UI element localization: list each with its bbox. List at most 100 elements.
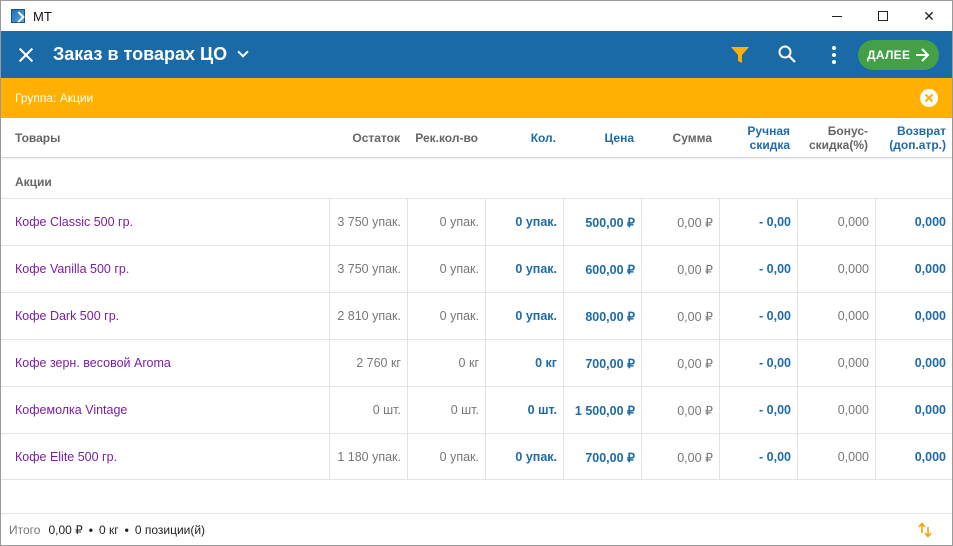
return-cell[interactable]: 0,000	[875, 387, 952, 433]
rec-qty-cell: 0 упак.	[407, 246, 485, 292]
sort-arrows-icon[interactable]	[918, 522, 932, 538]
header-manual-discount-line2: скидка	[749, 138, 790, 152]
qty-cell[interactable]: 0 упак.	[485, 246, 563, 292]
return-cell[interactable]: 0,000	[875, 434, 952, 480]
price-cell[interactable]: 700,00 ₽	[563, 434, 641, 480]
stock-cell: 1 180 упак.	[329, 434, 407, 480]
group-filter-text: Группа: Акции	[15, 91, 94, 105]
header-return-line2: (доп.атр.)	[889, 138, 946, 152]
header-rec-qty[interactable]: Рек.кол-во	[407, 118, 478, 158]
minimize-button[interactable]	[814, 1, 860, 31]
maximize-icon	[878, 11, 888, 21]
bonus-discount-cell: 0,000	[797, 340, 875, 386]
window-controls: ✕	[814, 1, 952, 31]
next-button-label: ДАЛЕЕ	[867, 48, 911, 62]
totals-sum: 0,00 ₽	[48, 522, 83, 537]
totals-positions: 0 позиции(й)	[134, 522, 206, 537]
separator-dot: •	[88, 522, 93, 537]
manual-discount-cell[interactable]: - 0,00	[719, 246, 797, 292]
price-cell[interactable]: 500,00 ₽	[563, 199, 641, 245]
return-cell[interactable]: 0,000	[875, 340, 952, 386]
header-return-line1: Возврат	[896, 124, 946, 138]
table-row[interactable]: Кофе Vanilla 500 гр. 3 750 упак. 0 упак.…	[1, 245, 952, 292]
manual-discount-cell[interactable]: - 0,00	[719, 434, 797, 480]
qty-cell[interactable]: 0 кг	[485, 340, 563, 386]
group-label: Акции	[15, 175, 52, 189]
header-price[interactable]: Цена	[563, 118, 634, 158]
qty-cell[interactable]: 0 шт.	[485, 387, 563, 433]
more-vertical-icon[interactable]	[830, 45, 838, 65]
separator-dot: •	[124, 522, 129, 537]
clear-filter-icon[interactable]	[920, 89, 938, 107]
bonus-discount-cell: 0,000	[797, 434, 875, 480]
rec-qty-cell: 0 упак.	[407, 199, 485, 245]
product-table: Кофе Classic 500 гр. 3 750 упак. 0 упак.…	[1, 198, 952, 480]
header-manual-discount[interactable]: Ручная скидка	[719, 118, 790, 158]
header-product[interactable]: Товары	[15, 118, 165, 158]
maximize-button[interactable]	[860, 1, 906, 31]
rec-qty-cell: 0 упак.	[407, 293, 485, 339]
price-cell[interactable]: 800,00 ₽	[563, 293, 641, 339]
product-name[interactable]: Кофе зерн. весовой Aroma	[1, 340, 329, 386]
product-name[interactable]: Кофе Elite 500 гр.	[1, 434, 329, 480]
table-row[interactable]: Кофемолка Vintage 0 шт. 0 шт. 0 шт. 1 50…	[1, 386, 952, 433]
header-qty[interactable]: Кол.	[485, 118, 556, 158]
rec-qty-cell: 0 упак.	[407, 434, 485, 480]
header-bonus-discount-line1: Бонус-	[827, 124, 868, 138]
totals-weight: 0 кг	[98, 522, 119, 537]
table-row[interactable]: Кофе Elite 500 гр. 1 180 упак. 0 упак. 0…	[1, 433, 952, 480]
stock-cell: 2 810 упак.	[329, 293, 407, 339]
product-name[interactable]: Кофемолка Vintage	[1, 387, 329, 433]
manual-discount-cell[interactable]: - 0,00	[719, 199, 797, 245]
group-filter-bar: Группа: Акции	[1, 78, 952, 118]
header-return[interactable]: Возврат (доп.атр.)	[875, 118, 946, 158]
stock-cell: 0 шт.	[329, 387, 407, 433]
table-row[interactable]: Кофе Classic 500 гр. 3 750 упак. 0 упак.…	[1, 198, 952, 245]
stock-cell: 2 760 кг	[329, 340, 407, 386]
product-name[interactable]: Кофе Classic 500 гр.	[1, 199, 329, 245]
close-window-icon: ✕	[923, 7, 935, 24]
bonus-discount-cell: 0,000	[797, 293, 875, 339]
price-cell[interactable]: 1 500,00 ₽	[563, 387, 641, 433]
manual-discount-cell[interactable]: - 0,00	[719, 340, 797, 386]
search-icon[interactable]	[777, 44, 797, 64]
bonus-discount-cell: 0,000	[797, 199, 875, 245]
table-row[interactable]: Кофе зерн. весовой Aroma 2 760 кг 0 кг 0…	[1, 339, 952, 386]
table-row[interactable]: Кофе Dark 500 гр. 2 810 упак. 0 упак. 0 …	[1, 292, 952, 339]
manual-discount-cell[interactable]: - 0,00	[719, 293, 797, 339]
qty-cell[interactable]: 0 упак.	[485, 293, 563, 339]
arrow-right-icon	[916, 48, 930, 62]
chevron-down-icon[interactable]	[237, 46, 249, 58]
window-titlebar: МТ ✕	[1, 1, 952, 31]
header-bonus-discount[interactable]: Бонус-скидка(%)	[797, 118, 868, 158]
header-stock[interactable]: Остаток	[329, 118, 400, 158]
bonus-discount-cell: 0,000	[797, 246, 875, 292]
sum-cell: 0,00 ₽	[641, 293, 719, 339]
screen-title[interactable]: Заказ в товарах ЦО	[53, 44, 227, 65]
qty-cell[interactable]: 0 упак.	[485, 199, 563, 245]
next-button[interactable]: ДАЛЕЕ	[858, 40, 939, 70]
manual-discount-cell[interactable]: - 0,00	[719, 387, 797, 433]
return-cell[interactable]: 0,000	[875, 246, 952, 292]
return-cell[interactable]: 0,000	[875, 293, 952, 339]
minimize-icon	[832, 15, 842, 17]
bonus-discount-cell: 0,000	[797, 387, 875, 433]
table-header: Товары Остаток Рек.кол-во Кол. Цена Сумм…	[1, 118, 952, 158]
header-sum[interactable]: Сумма	[641, 118, 712, 158]
price-cell[interactable]: 700,00 ₽	[563, 340, 641, 386]
app-logo-icon	[11, 9, 25, 23]
stock-cell: 3 750 упак.	[329, 246, 407, 292]
filter-icon[interactable]	[730, 45, 750, 65]
product-name[interactable]: Кофе Dark 500 гр.	[1, 293, 329, 339]
sum-cell: 0,00 ₽	[641, 340, 719, 386]
price-cell[interactable]: 600,00 ₽	[563, 246, 641, 292]
rec-qty-cell: 0 шт.	[407, 387, 485, 433]
sum-cell: 0,00 ₽	[641, 246, 719, 292]
sum-cell: 0,00 ₽	[641, 387, 719, 433]
window-close-button[interactable]: ✕	[906, 1, 952, 31]
totals-footer: Итого 0,00 ₽ • 0 кг • 0 позиции(й)	[1, 513, 952, 545]
return-cell[interactable]: 0,000	[875, 199, 952, 245]
close-icon[interactable]	[16, 45, 36, 65]
product-name[interactable]: Кофе Vanilla 500 гр.	[1, 246, 329, 292]
qty-cell[interactable]: 0 упак.	[485, 434, 563, 480]
